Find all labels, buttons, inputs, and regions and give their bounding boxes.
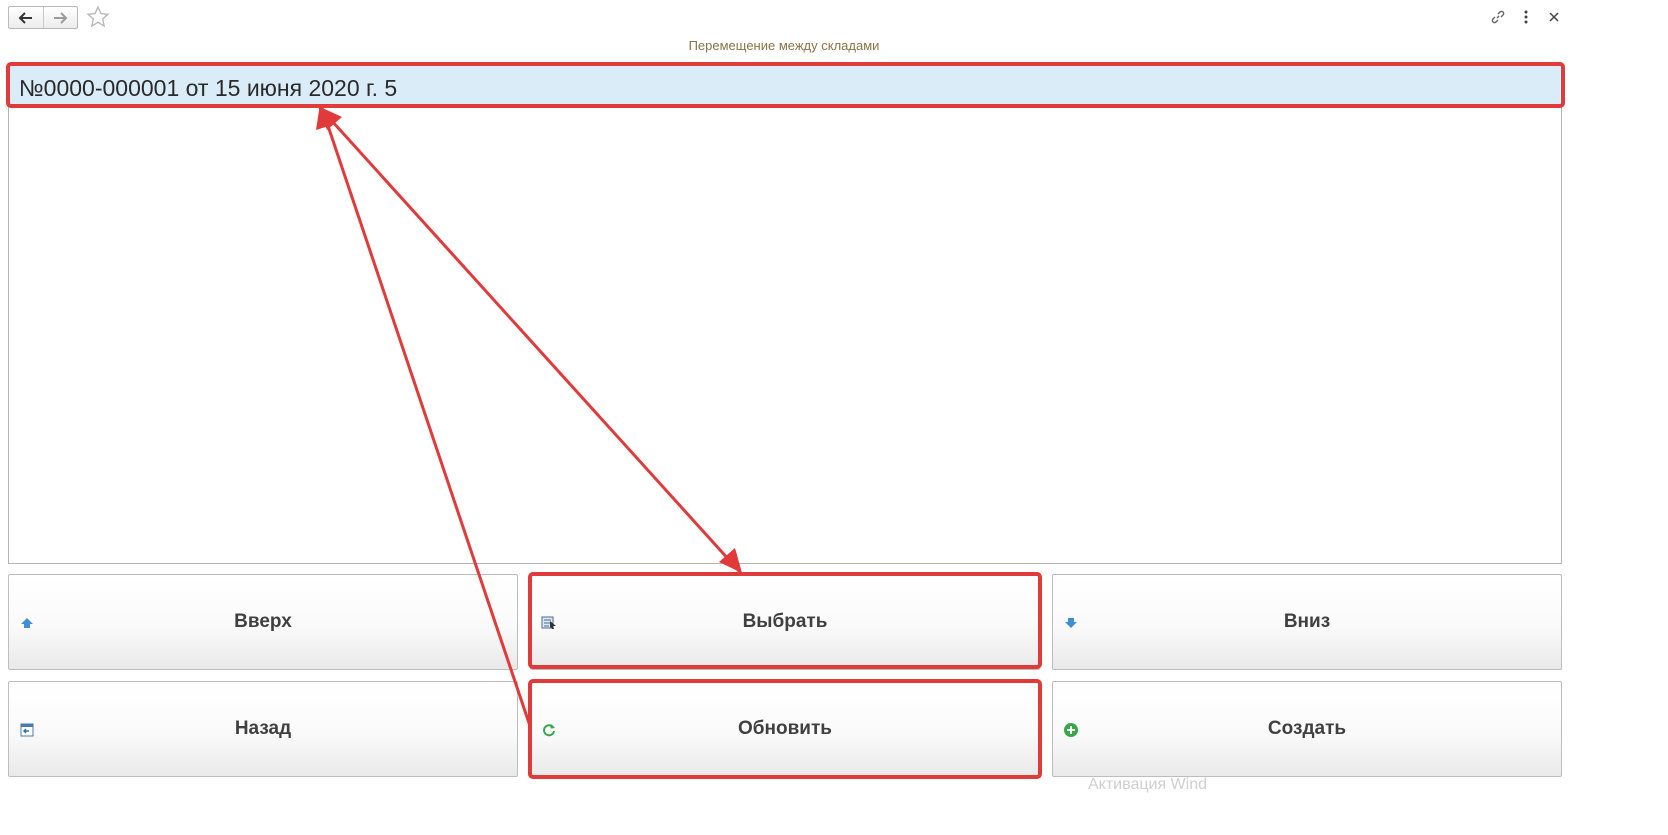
nav-back-button[interactable]: [9, 7, 43, 28]
select-button-label: Выбрать: [742, 611, 828, 632]
activation-watermark: Активация Wind: [1088, 776, 1207, 793]
more-button[interactable]: [1517, 8, 1535, 26]
arrow-up-icon: [21, 618, 33, 628]
arrow-right-icon: [54, 11, 68, 24]
create-button-label: Создать: [1267, 718, 1347, 739]
link-button[interactable]: [1489, 8, 1507, 26]
refresh-button[interactable]: Обновить: [530, 681, 1040, 777]
up-button[interactable]: Вверх: [8, 574, 518, 670]
create-button[interactable]: Создать: [1052, 681, 1562, 777]
form-title: Перемещение между складами: [688, 38, 880, 53]
back-icon: [20, 723, 34, 737]
refresh-icon: [543, 724, 555, 737]
back-button[interactable]: Назад: [8, 681, 518, 777]
up-button-label: Вверх: [234, 611, 292, 632]
back-button-label: Назад: [234, 718, 292, 739]
plus-circle-icon: [1064, 723, 1078, 737]
select-icon: [541, 616, 556, 629]
arrow-left-icon: [18, 11, 32, 24]
favorite-button[interactable]: [86, 5, 110, 29]
list-row-selected[interactable]: №0000-000001 от 15 июня 2020 г. 5: [10, 66, 1560, 106]
link-icon: [1491, 10, 1505, 24]
close-button[interactable]: [1545, 8, 1563, 26]
close-icon: [1549, 12, 1559, 22]
star-icon: [86, 5, 110, 28]
more-vertical-icon: [1524, 10, 1528, 24]
refresh-button-label: Обновить: [738, 718, 832, 739]
nav-forward-button[interactable]: [42, 7, 78, 28]
navigation-buttons: [8, 6, 78, 29]
arrow-down-icon: [1065, 618, 1077, 628]
top-toolbar: [0, 0, 1668, 36]
down-button[interactable]: Вниз: [1052, 574, 1562, 670]
down-button-label: Вниз: [1283, 611, 1331, 632]
documents-list[interactable]: №0000-000001 от 15 июня 2020 г. 5: [8, 64, 1562, 564]
select-button[interactable]: Выбрать: [530, 574, 1040, 670]
